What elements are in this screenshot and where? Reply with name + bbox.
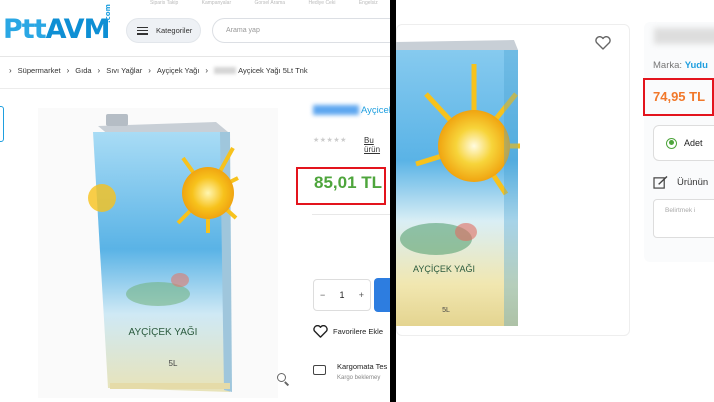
top-link[interactable]: Siparis Takip xyxy=(150,0,178,6)
product-title-text: Ayçicek Y xyxy=(361,105,390,116)
cargo-locker-icon xyxy=(313,365,326,375)
top-links: Siparis Takip Kampanyalar Gorsel Arama H… xyxy=(150,0,390,6)
add-to-cart-button[interactable] xyxy=(374,278,390,312)
kargo-subtitle: Kargo beklemey xyxy=(337,375,381,381)
chevron-right-icon: › xyxy=(205,66,209,75)
chevron-right-icon: › xyxy=(148,66,151,75)
divider xyxy=(312,214,390,215)
chevron-right-icon: › xyxy=(97,66,101,75)
right-panel: AYÇİÇEK YAĞI 5L Marka: Yudu 74,95 TL Ade… xyxy=(396,0,714,402)
categories-label: Kategoriler xyxy=(156,26,193,35)
blurred-product-title xyxy=(654,28,714,44)
product-note-header: Ürünün xyxy=(653,176,708,189)
chevron-right-icon: › xyxy=(66,66,70,75)
adet-label: Adet xyxy=(684,138,703,148)
divider xyxy=(0,88,390,89)
brand-line: Marka: Yudu xyxy=(653,60,708,71)
blurred-brand xyxy=(214,67,237,74)
blurred-brand xyxy=(313,105,359,116)
note-placeholder: Belirtmek i xyxy=(665,207,696,214)
product-note-label: Ürünün xyxy=(677,177,709,188)
adet-option[interactable]: Adet xyxy=(653,125,714,161)
note-textarea[interactable]: Belirtmek i xyxy=(653,199,714,238)
kargo-title: Kargomata Tes xyxy=(337,362,388,371)
brand-label: Marka: xyxy=(653,60,683,71)
top-link[interactable]: Engelsiz xyxy=(359,0,378,6)
image-thumbnail[interactable] xyxy=(0,106,4,142)
quantity-stepper[interactable]: − 1 + xyxy=(313,279,371,311)
left-panel: Siparis Takip Kampanyalar Gorsel Arama H… xyxy=(0,0,390,402)
top-link[interactable]: Kampanyalar xyxy=(202,0,231,6)
note-edit-icon xyxy=(653,176,668,189)
image-volume-text: 5L xyxy=(442,307,450,314)
pttavm-logo[interactable]: PttAVM .com xyxy=(3,4,112,45)
heart-icon xyxy=(313,325,328,338)
favorites-label: Favorilere Ekle xyxy=(333,327,384,336)
logo-avm: AVM xyxy=(45,14,111,45)
product-title: Ayçicek Y xyxy=(313,105,390,116)
radio-selected-icon[interactable] xyxy=(666,137,677,149)
add-to-favorites[interactable]: Favorilere Ekle xyxy=(313,325,383,338)
top-link[interactable]: Gorsel Arama xyxy=(255,0,286,6)
image-label-text: AYÇİÇEK YAĞI xyxy=(413,264,475,274)
product-image[interactable]: AYÇİÇEK YAĞI 5L xyxy=(38,108,278,398)
breadcrumb-item[interactable]: Ayçiçek Yağı xyxy=(157,66,200,75)
breadcrumb-item-current: Ayçicek Yağı 5Lt Tnk xyxy=(238,66,308,75)
breadcrumb-item[interactable]: Sıvı Yağlar xyxy=(106,66,142,75)
plus-button[interactable]: + xyxy=(359,290,364,300)
minus-button[interactable]: − xyxy=(320,290,325,300)
product-image[interactable]: AYÇİÇEK YAĞI 5L xyxy=(396,34,520,328)
heart-icon[interactable] xyxy=(595,36,611,50)
rating-stars[interactable]: ★★★★★ xyxy=(313,136,347,144)
top-link[interactable]: Hediye Ceki xyxy=(308,0,335,6)
breadcrumb-item[interactable]: Süpermarket xyxy=(18,66,61,75)
breadcrumb-item[interactable]: Gıda xyxy=(75,66,91,75)
logo-com: .com xyxy=(104,4,112,23)
image-label-text: AYÇİÇEK YAĞI xyxy=(129,325,198,338)
price: 85,01 TL xyxy=(314,173,383,192)
search-input[interactable]: Arama yap xyxy=(212,18,390,43)
divider xyxy=(0,56,390,57)
image-volume-text: 5L xyxy=(169,359,178,368)
categories-button[interactable]: Kategoriler xyxy=(126,18,201,43)
search-placeholder: Arama yap xyxy=(226,27,260,34)
review-link[interactable]: Bu ürün xyxy=(364,136,390,154)
breadcrumb: › Süpermarket › Gıda › Sıvı Yağlar › Ayç… xyxy=(3,66,308,75)
hamburger-icon xyxy=(137,26,148,35)
brand-link[interactable]: Yudu xyxy=(685,60,708,71)
quantity-value[interactable]: 1 xyxy=(339,290,344,300)
chevron-right-icon: › xyxy=(9,66,12,75)
zoom-icon[interactable] xyxy=(277,373,290,386)
logo-ptt: Ptt xyxy=(3,14,47,45)
kargo-info: Kargomata Tes Kargo beklemey xyxy=(313,362,387,381)
price: 74,95 TL xyxy=(653,89,706,104)
